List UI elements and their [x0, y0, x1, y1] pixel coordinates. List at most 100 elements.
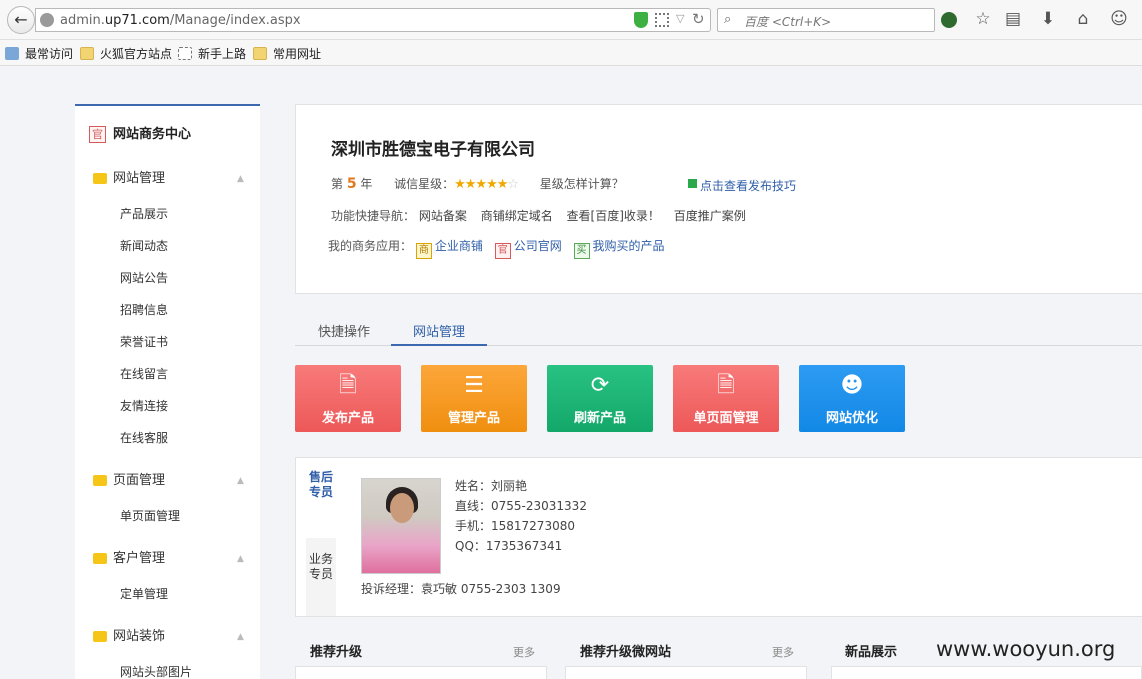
browser-navbar: ← admin.up71.com/Manage/index.aspx ▽ ↻ ⌕… [0, 0, 1142, 40]
home-icon[interactable]: ⌂ [1072, 8, 1094, 30]
manage-products-button[interactable]: ☰ 管理产品 [421, 365, 527, 432]
star-calc-link[interactable]: 星级怎样计算？ [540, 177, 624, 191]
single-page-management-button[interactable]: 🗎 单页面管理 [673, 365, 779, 432]
sidebar-item-links[interactable]: 友情连接 [120, 397, 168, 414]
bookmark-common-sites[interactable]: 常用网址 [253, 46, 321, 62]
tab-quick-actions[interactable]: 快捷操作 [315, 321, 373, 346]
collapse-caret-icon[interactable]: ▲ [237, 554, 244, 564]
app-company-site[interactable]: 官公司官网 [494, 237, 562, 259]
reload-icon[interactable]: ↻ [692, 10, 705, 28]
sidebar-item-orders[interactable]: 定单管理 [120, 585, 168, 602]
folder-icon [253, 47, 267, 60]
rating-label: 诚信星级： [394, 177, 455, 191]
company-panel: 深圳市胜德宝电子有限公司 第 5 年 诚信星级：★★★★★☆ 星级怎样计算？ 点… [295, 104, 1142, 294]
address-bar[interactable]: admin.up71.com/Manage/index.aspx ▽ ↻ [35, 8, 711, 32]
sidebar-title[interactable]: 官 网站商务中心 [89, 126, 191, 144]
download-icon[interactable]: ⬇ [1037, 8, 1059, 30]
search-bar[interactable]: ⌕ 百度 <Ctrl+K> [717, 8, 935, 32]
sidebar-item-online-service[interactable]: 在线客服 [120, 429, 168, 446]
folder-icon [80, 47, 94, 60]
panel-title: 推荐升级微网站 [580, 645, 672, 660]
tab-business-rep[interactable]: 业务专员 [306, 538, 336, 616]
nav-link-baidu-cases[interactable]: 百度推广案例 [674, 209, 746, 223]
staff-panel: 售后专员 业务专员 姓名：刘丽艳 直线：0755-23031332 手机：158… [295, 457, 1142, 617]
collapse-caret-icon[interactable]: ▲ [237, 174, 244, 184]
globe-icon [40, 13, 54, 27]
purchase-icon: 买 [573, 243, 590, 259]
extension-icon[interactable] [941, 12, 957, 28]
star-icon: ★ [464, 177, 477, 192]
chat-icon[interactable]: ☺ [1108, 8, 1130, 30]
sidebar-section-customer-management[interactable]: 客户管理 [93, 550, 165, 568]
publish-tips-link[interactable]: 点击查看发布技巧 [688, 177, 796, 194]
refresh-icon: ⟳ [590, 373, 610, 398]
sidebar-item-messages[interactable]: 在线留言 [120, 365, 168, 382]
qr-code-icon[interactable] [655, 13, 669, 27]
staff-qq: QQ：1735367341 [455, 539, 563, 553]
list-icon: ☰ [464, 373, 484, 398]
search-icon: ⌕ [724, 12, 732, 27]
nav-link-baidu-index[interactable]: 查看[百度]收录！ [567, 209, 660, 223]
collapse-caret-icon[interactable]: ▲ [237, 632, 244, 642]
sidebar-item-products[interactable]: 产品展示 [120, 205, 168, 222]
sidebar-item-single-page[interactable]: 单页面管理 [120, 507, 180, 524]
url-text[interactable]: admin.up71.com/Manage/index.aspx [60, 13, 301, 28]
dropdown-arrow-icon[interactable]: ▽ [676, 12, 684, 25]
watermark: www.wooyun.org [936, 637, 1116, 661]
site-optimization-button[interactable]: ☻ 网站优化 [799, 365, 905, 432]
panel-title: 新品展示 [845, 645, 898, 660]
app-purchased-products[interactable]: 买我购买的产品 [573, 237, 665, 259]
sidebar-item-news[interactable]: 新闻动态 [120, 237, 168, 254]
page-icon [178, 47, 192, 60]
recommend-micro-site-panel: 推荐升级微网站 更多 [565, 634, 807, 679]
bookmark-firefox-site[interactable]: 火狐官方站点 [80, 46, 172, 62]
nav-link-bind-domain[interactable]: 商铺绑定域名 [481, 209, 553, 223]
app-enterprise-shop[interactable]: 商企业商铺 [415, 237, 483, 259]
membership-years: 5 [346, 176, 357, 192]
clipboard-icon[interactable]: ▤ [1002, 8, 1024, 30]
sidebar-item-certificates[interactable]: 荣誉证书 [120, 333, 168, 350]
refresh-products-button[interactable]: ⟳ 刷新产品 [547, 365, 653, 432]
company-stats-row: 第 5 年 诚信星级：★★★★★☆ 星级怎样计算？ [331, 176, 624, 192]
staff-mobile: 手机：15817273080 [455, 519, 575, 533]
sidebar-item-announcements[interactable]: 网站公告 [120, 269, 168, 286]
panel-title: 推荐升级 [310, 645, 363, 660]
tab-after-sales-rep[interactable]: 售后专员 [306, 470, 336, 500]
folder-icon [93, 631, 107, 642]
document-icon: 🗎 [339, 373, 357, 398]
rating-stars: ★★★★★☆ [454, 177, 519, 192]
star-icon: ★ [486, 177, 498, 192]
shield-icon[interactable] [634, 12, 648, 28]
star-icon: ★ [454, 177, 466, 192]
staff-name: 姓名：刘丽艳 [455, 479, 528, 493]
company-name: 深圳市胜德宝电子有限公司 [331, 140, 535, 160]
bookmark-most-visited[interactable]: 最常访问 [5, 46, 73, 62]
star-icon: ★ [475, 177, 487, 192]
sidebar-item-jobs[interactable]: 招聘信息 [120, 301, 168, 318]
star-empty-icon: ☆ [507, 177, 519, 192]
back-button[interactable]: ← [7, 6, 35, 34]
sidebar-section-site-management[interactable]: 网站管理 [93, 170, 165, 188]
collapse-caret-icon[interactable]: ▲ [237, 476, 244, 486]
star-bookmark-icon[interactable]: ☆ [972, 8, 994, 30]
tab-site-management[interactable]: 网站管理 [391, 321, 487, 346]
more-link[interactable]: 更多 [513, 644, 535, 660]
bookmark-getting-started[interactable]: 新手上路 [178, 46, 246, 62]
business-apps-row: 我的商务应用： 商企业商铺 官公司官网 买我购买的产品 [328, 237, 673, 259]
staff-photo [361, 478, 441, 574]
sidebar-item-header-image[interactable]: 网站头部图片 [120, 663, 192, 679]
bookmarks-toolbar: 最常访问 火狐官方站点 新手上路 常用网址 [0, 40, 1142, 66]
nav-link-filing[interactable]: 网站备案 [419, 209, 467, 223]
play-icon [688, 179, 697, 188]
staff-direct-line: 直线：0755-23031332 [455, 499, 587, 513]
sidebar-section-site-decoration[interactable]: 网站装饰 [93, 628, 165, 646]
official-site-icon: 官 [494, 243, 511, 259]
folder-icon [93, 553, 107, 564]
more-link[interactable]: 更多 [772, 644, 794, 660]
qq-penguin-icon: ☻ [840, 373, 864, 398]
publish-product-button[interactable]: 🗎 发布产品 [295, 365, 401, 432]
sidebar-section-page-management[interactable]: 页面管理 [93, 472, 165, 490]
complaint-manager: 投诉经理：袁巧敏 0755-2303 1309 [361, 582, 561, 596]
recommend-upgrade-panel: 推荐升级 更多 [295, 634, 547, 679]
quick-nav-row: 功能快捷导航： 网站备案 商铺绑定域名 查看[百度]收录！ 百度推广案例 [331, 209, 746, 223]
